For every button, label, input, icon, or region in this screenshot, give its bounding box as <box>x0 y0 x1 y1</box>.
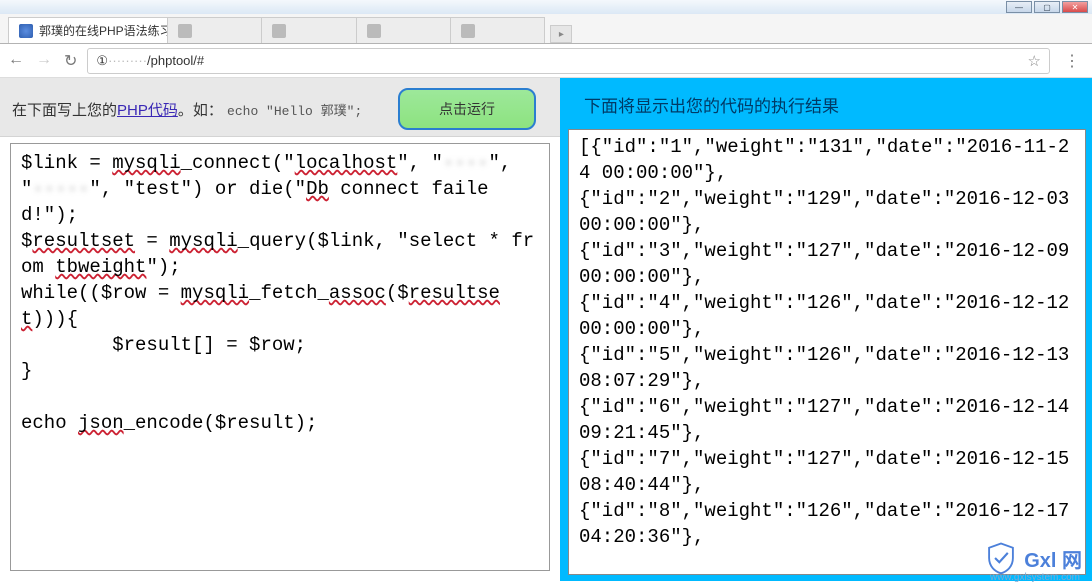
code-editor[interactable]: $link = mysqli_connect("localhost", "···… <box>10 143 550 571</box>
output-panel: 下面将显示出您的代码的执行结果 [{"id":"1","weight":"131… <box>568 78 1092 581</box>
forward-icon[interactable]: → <box>36 51 52 71</box>
browser-tab[interactable] <box>167 17 262 43</box>
favicon-icon <box>367 24 381 38</box>
site-info-icon: ① <box>96 53 108 69</box>
tab-title: 郭璞的在线PHP语法练习 <box>39 22 168 39</box>
browser-tab-active[interactable]: 郭璞的在线PHP语法练习 × <box>8 17 168 43</box>
url-path: /phptool/# <box>147 53 204 68</box>
window-close-button[interactable]: ✕ <box>1062 1 1088 13</box>
window-maximize-button[interactable]: ▢ <box>1034 1 1060 13</box>
php-code-link[interactable]: PHP代码 <box>117 102 178 119</box>
tab-title <box>198 24 251 38</box>
watermark-sub: www.gxlsystem.com <box>990 572 1080 583</box>
prompt-suffix: 。如： <box>178 102 223 119</box>
reload-icon[interactable]: ↻ <box>64 51 77 71</box>
browser-toolbar: ← → ↻ ① ········· /phptool/# ☆ ⋮ <box>0 44 1092 78</box>
browser-tabstrip: 郭璞的在线PHP语法练习 × ▸ <box>0 14 1092 44</box>
browser-tab[interactable] <box>261 17 356 43</box>
favicon-icon <box>461 24 475 38</box>
browser-tab[interactable] <box>450 17 545 43</box>
new-tab-button[interactable]: ▸ <box>550 25 572 43</box>
output-header: 下面将显示出您的代码的执行结果 <box>568 78 1086 129</box>
editor-panel: 在下面写上您的PHP代码。如： echo "Hello 郭璞"; 点击运行 $l… <box>0 78 568 581</box>
tab-title <box>292 24 345 38</box>
address-bar[interactable]: ① ········· /phptool/# ☆ <box>87 48 1050 74</box>
browser-menu-icon[interactable]: ⋮ <box>1060 51 1084 71</box>
main-content: 在下面写上您的PHP代码。如： echo "Hello 郭璞"; 点击运行 $l… <box>0 78 1092 581</box>
tab-title <box>481 24 534 38</box>
favicon-icon <box>19 24 33 38</box>
tab-title <box>387 24 440 38</box>
favicon-icon <box>272 24 286 38</box>
shield-icon <box>984 541 1018 575</box>
window-titlebar: — ▢ ✕ <box>0 0 1092 14</box>
favicon-icon <box>178 24 192 38</box>
editor-prompt: 在下面写上您的PHP代码。如： echo "Hello 郭璞"; <box>12 99 362 120</box>
watermark: Gxl 网 <box>984 541 1082 575</box>
output-text: [{"id":"1","weight":"131","date":"2016-1… <box>568 129 1086 575</box>
url-host: ········· <box>108 53 147 68</box>
prompt-prefix: 在下面写上您的 <box>12 102 117 119</box>
browser-tab[interactable] <box>356 17 451 43</box>
back-icon[interactable]: ← <box>8 51 24 71</box>
prompt-sample: echo "Hello 郭璞"; <box>227 104 362 119</box>
editor-header: 在下面写上您的PHP代码。如： echo "Hello 郭璞"; 点击运行 <box>0 78 560 137</box>
window-minimize-button[interactable]: — <box>1006 1 1032 13</box>
run-button[interactable]: 点击运行 <box>398 88 536 130</box>
bookmark-star-icon[interactable]: ☆ <box>1028 52 1041 70</box>
watermark-text: Gxl 网 <box>1024 544 1082 573</box>
